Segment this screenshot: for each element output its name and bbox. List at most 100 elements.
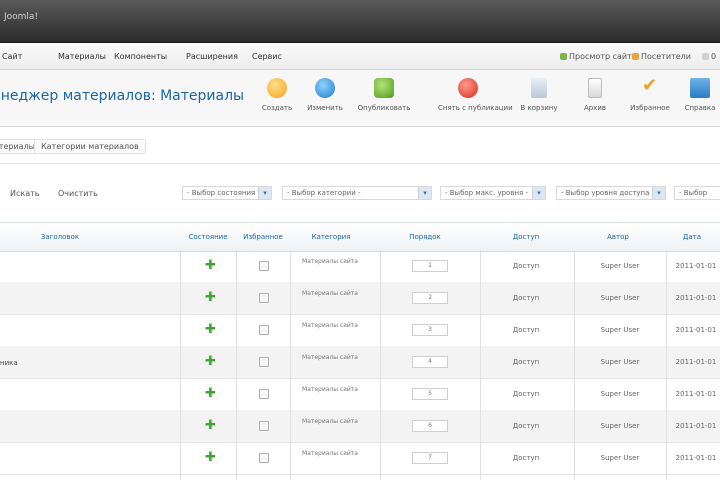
column-divider [380,250,381,480]
featured-toggle[interactable] [259,421,269,431]
category-link[interactable]: Материалы сайта [300,354,360,362]
publish-button[interactable]: Опубликовать [354,78,414,112]
edit-button[interactable]: Изменить [295,78,355,112]
category-link[interactable]: Материалы сайта [300,450,360,458]
created-date: 2011-01-01 [675,454,717,462]
published-icon[interactable]: ✚ [205,291,216,304]
menu-item-tools[interactable]: Сервис [252,52,282,61]
menu-item-components[interactable]: Компоненты [114,52,167,61]
chevron-down-icon: ▾ [532,187,545,199]
help-button[interactable]: Справка [680,78,720,112]
col-category-header[interactable]: Категория [296,233,366,241]
created-date: 2011-01-01 [675,262,717,270]
order-input[interactable]: 5 [412,388,448,400]
article-title[interactable]: ника [0,359,18,367]
published-icon[interactable]: ✚ [205,323,216,336]
menu-item-content[interactable]: Материалы [58,52,106,61]
category-link[interactable]: Материалы сайта [300,322,360,330]
col-state-header[interactable]: Состояние [180,233,236,241]
order-input[interactable]: 2 [412,292,448,304]
author-link[interactable]: Super User [592,326,648,334]
col-author-header[interactable]: Автор [590,233,646,241]
category-link[interactable]: Материалы сайта [300,258,360,266]
filter-state-select[interactable]: - Выбор состояния - ▾ [182,186,272,200]
featured-toggle[interactable] [259,389,269,399]
column-divider [480,250,481,480]
table-row[interactable]: ✚ Материалы сайта 5 Доступ Super User 2011-01… [0,378,720,411]
window-titlebar: Joomla! [0,0,720,43]
author-link[interactable]: Super User [592,390,648,398]
trash-button[interactable]: В корзину [509,78,569,112]
featured-toggle[interactable] [259,453,269,463]
unpublish-button[interactable]: Снять с публикации [438,78,513,112]
access-level: Доступ [512,326,540,334]
col-title-header[interactable]: Заголовок [20,233,100,241]
col-date-header[interactable]: Дата [672,233,712,241]
author-link[interactable]: Super User [592,358,648,366]
published-icon[interactable]: ✚ [205,419,216,432]
order-input[interactable]: 7 [412,452,448,464]
featured-toggle[interactable] [259,325,269,335]
order-input[interactable]: 3 [412,324,448,336]
menu-item-extensions[interactable]: Расширения [186,52,238,61]
table-row[interactable]: ✚ Материалы сайта 6 Доступ Super User 2011-01… [0,410,720,443]
category-link[interactable]: Материалы сайта [300,418,360,426]
filter-level-select[interactable]: - Выбор макс. уровня - ▾ [440,186,546,200]
category-link[interactable]: Материалы сайта [300,290,360,298]
table-row[interactable]: ✚ Материалы сайта 1 Доступ Super User 2011-01… [0,250,720,283]
order-input[interactable]: 6 [412,420,448,432]
filter-bar: Искать Очистить - Выбор состояния - ▾ - … [0,176,720,210]
search-button[interactable]: Искать [10,189,40,198]
archive-button[interactable]: Архив [565,78,625,112]
view-site-icon [560,53,567,60]
archive-icon [588,78,602,98]
created-date: 2011-01-01 [675,358,717,366]
featured-icon [640,75,660,98]
page-title: Менеджер материалов: Материалы [0,88,245,104]
featured-toggle[interactable] [259,293,269,303]
table-header: Заголовок Состояние Избранное Категория … [0,222,720,252]
featured-toggle[interactable] [259,261,269,271]
col-order-header[interactable]: Порядок [398,233,452,241]
order-input[interactable]: 4 [412,356,448,368]
published-icon[interactable]: ✚ [205,387,216,400]
table-row[interactable]: ✚ Материалы сайта 3 Доступ Super User 2011-01… [0,314,720,347]
clear-button[interactable]: Очистить [58,189,98,198]
order-input[interactable]: 1 [412,260,448,272]
table-row[interactable]: ✚ Материалы сайта 7 Доступ Super User 2011-01… [0,442,720,475]
published-icon[interactable]: ✚ [205,259,216,272]
access-level: Доступ [512,358,540,366]
chevron-down-icon: ▾ [258,187,271,199]
publish-icon [374,78,394,98]
tab-categories[interactable]: Категории материалов [34,139,146,154]
table-row[interactable]: ника ✚ Материалы сайта 4 Доступ Super User 201… [0,346,720,379]
filter-access-select[interactable]: - Выбор уровня доступа - ▾ [556,186,666,200]
col-featured-header[interactable]: Избранное [236,233,290,241]
published-icon[interactable]: ✚ [205,451,216,464]
submenu: Материалы Категории материалов [0,127,720,164]
access-level: Доступ [512,422,540,430]
view-site-link[interactable]: Просмотр сайта [560,52,637,61]
author-link[interactable]: Super User [592,294,648,302]
menu-item-site[interactable]: Сайт [2,52,22,61]
access-level: Доступ [512,262,540,270]
author-link[interactable]: Super User [592,454,648,462]
published-icon[interactable]: ✚ [205,355,216,368]
col-access-header[interactable]: Доступ [496,233,556,241]
created-date: 2011-01-01 [675,294,717,302]
column-divider [236,250,237,480]
visitors-icon [632,53,639,60]
messages-link[interactable]: 0 [702,52,716,61]
visitors-link[interactable]: Посетители [632,52,691,61]
author-link[interactable]: Super User [592,262,648,270]
filter-category-select[interactable]: - Выбор категории - ▾ [282,186,432,200]
column-divider [180,250,181,480]
column-divider [666,250,667,480]
filter-author-select[interactable]: - Выбор автора - [674,186,720,200]
featured-toggle[interactable] [259,357,269,367]
featured-button[interactable]: Избранное [620,75,680,112]
table-row[interactable]: ✚ Материалы сайта 2 Доступ Super User 2011-01… [0,282,720,315]
column-divider [574,250,575,480]
category-link[interactable]: Материалы сайта [300,386,360,394]
author-link[interactable]: Super User [592,422,648,430]
